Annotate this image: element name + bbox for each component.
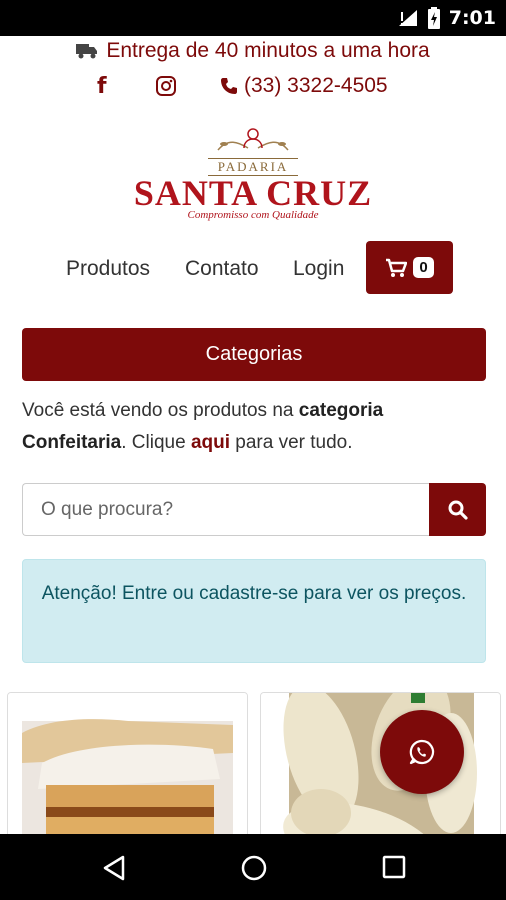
info-text-1: Você está vendo os produtos na [22, 400, 299, 421]
cart-icon [386, 258, 408, 277]
battery-icon [427, 7, 440, 29]
main-nav: Produtos Contato Login 0 [0, 241, 506, 295]
nav-produtos[interactable]: Produtos [66, 257, 150, 281]
info-text-3: para ver tudo. [230, 432, 353, 453]
login-alert: Atenção! Entre ou cadastre-se para ver o… [22, 559, 486, 663]
product-card[interactable] [7, 692, 248, 834]
category-info: Você está vendo os produtos na categoria… [22, 395, 486, 459]
page-content: Entrega de 40 minutos a uma hora f (33) … [0, 36, 506, 834]
padaria-santa-cruz-logo[interactable]: PADARIA SANTA CRUZ Compromisso com Quali… [128, 122, 378, 232]
phone-link[interactable]: (33) 3322-4505 [220, 74, 388, 98]
back-icon[interactable] [102, 855, 126, 881]
phone-number: (33) 3322-4505 [244, 74, 388, 97]
wifi-signal-icon [398, 10, 417, 26]
whatsapp-button[interactable] [380, 710, 464, 794]
phone-icon [221, 78, 237, 94]
delivery-info: Entrega de 40 minutos a uma hora [0, 39, 506, 63]
cart-count-badge: 0 [413, 257, 434, 278]
truck-icon [76, 44, 98, 59]
logo-brand-text: SANTA CRUZ [133, 173, 373, 213]
see-all-link[interactable]: aqui [191, 432, 230, 453]
product-image [8, 693, 247, 834]
logo-emblem-icon [217, 128, 289, 151]
status-bar: 7:01 [0, 0, 506, 36]
cart-button[interactable]: 0 [366, 241, 453, 294]
nav-login[interactable]: Login [293, 257, 344, 281]
search-button[interactable] [429, 483, 486, 536]
social-links: f (33) 3322-4505 [0, 72, 506, 102]
search-bar [22, 483, 486, 536]
home-icon[interactable] [240, 854, 268, 882]
instagram-icon[interactable] [155, 75, 177, 97]
info-text-2: . Clique [121, 432, 191, 453]
nav-contato[interactable]: Contato [185, 257, 259, 281]
search-icon [448, 500, 468, 520]
android-nav-bar [0, 834, 506, 900]
whatsapp-icon [409, 739, 435, 765]
search-input[interactable] [22, 483, 429, 536]
categorias-button[interactable]: Categorias [22, 328, 486, 381]
facebook-icon[interactable]: f [97, 74, 107, 99]
delivery-text: Entrega de 40 minutos a uma hora [106, 39, 430, 62]
clock: 7:01 [448, 7, 496, 29]
recents-icon[interactable] [382, 855, 406, 879]
